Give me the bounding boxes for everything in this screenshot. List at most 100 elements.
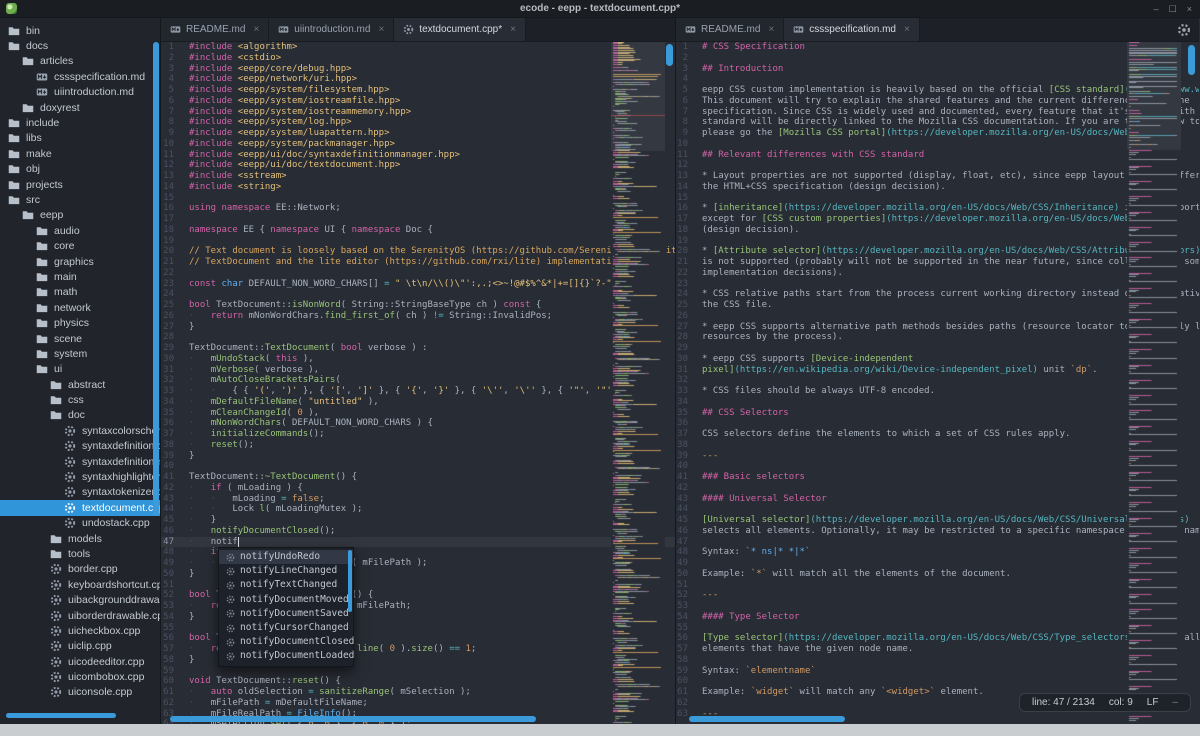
tree-item[interactable]: audio (0, 223, 160, 238)
code-line[interactable]: 16* [inheritance](https://developer.mozi… (676, 203, 1199, 214)
titlebar[interactable]: ecode - eepp - textdocument.cpp* –☐× (0, 0, 1200, 18)
tree-item[interactable]: src (0, 192, 160, 207)
code-line[interactable]: 47· notif (161, 537, 675, 548)
code-line[interactable]: 19 (676, 236, 1199, 247)
code-line[interactable]: 8standard will be directly linked to the… (676, 117, 1199, 128)
tree-item[interactable]: scene (0, 331, 160, 346)
code-line[interactable]: 24 (161, 289, 675, 300)
tree-item[interactable]: obj (0, 162, 160, 177)
code-line[interactable]: 44· · Lock l( mLoadingMutex ); (161, 504, 675, 515)
code-line[interactable]: 59Syntax: `elementname` (676, 666, 1199, 677)
code-line[interactable]: 14#include <string> (161, 182, 675, 193)
tab-close-icon[interactable]: × (378, 24, 384, 35)
code-line[interactable]: 28 (161, 332, 675, 343)
code-line[interactable]: 47 (676, 537, 1199, 548)
tree-item[interactable]: projects (0, 177, 160, 192)
code-line[interactable]: 20* [Attribute selector](https://develop… (676, 246, 1199, 257)
code-line[interactable]: 2 (676, 53, 1199, 64)
tab-readme-md[interactable]: README.md× (161, 18, 269, 41)
right-editor[interactable]: 1# CSS Specification23## Introduction45e… (676, 42, 1199, 724)
sidebar-horizontal-scrollbar[interactable] (6, 713, 116, 718)
tab-textdocument-cpp-[interactable]: textdocument.cpp*× (394, 18, 526, 41)
code-line[interactable]: 14the HTML+CSS specification (design dec… (676, 182, 1199, 193)
code-line[interactable]: 36 (676, 418, 1199, 429)
code-line[interactable]: 28resources by the process). (676, 332, 1199, 343)
sidebar-vertical-scrollbar[interactable] (153, 42, 159, 516)
code-line[interactable]: 25the CSS file. (676, 300, 1199, 311)
code-line[interactable]: 39} (161, 451, 675, 462)
tree-item[interactable]: border.cpp (0, 562, 160, 577)
code-line[interactable]: 10#include <eepp/system/packmanager.hpp> (161, 139, 675, 150)
code-line[interactable]: 13* Layout properties are not supported … (676, 171, 1199, 182)
tree-item[interactable]: syntaxdefinition.cpp (0, 439, 160, 454)
code-line[interactable]: 13#include <sstream> (161, 171, 675, 182)
code-line[interactable]: 60void TextDocument::reset() { (161, 676, 675, 687)
tree-item[interactable]: system (0, 346, 160, 361)
tree-item[interactable]: include (0, 115, 160, 130)
tree-item[interactable]: abstract (0, 377, 160, 392)
autocomplete-scrollbar[interactable] (348, 550, 352, 612)
tree-item[interactable]: undostack.cpp (0, 516, 160, 531)
tree-item[interactable]: physics (0, 315, 160, 330)
code-line[interactable]: 55 (676, 623, 1199, 634)
autocomplete-item[interactable]: notifyCursorChanged (219, 621, 353, 635)
code-line[interactable]: 36· mNonWordChars( DEFAULT_NON_WORD_CHAR… (161, 418, 675, 429)
code-line[interactable]: 19 (161, 236, 675, 247)
tree-item[interactable]: uicheckbox.cpp (0, 623, 160, 638)
code-line[interactable]: 57elements that have the given node name… (676, 644, 1199, 655)
code-line[interactable]: 43· · mLoading = false; (161, 494, 675, 505)
code-line[interactable]: 40 (161, 461, 675, 472)
tree-item[interactable]: syntaxtokenizer.cpp (0, 485, 160, 500)
tree-item[interactable]: tools (0, 546, 160, 561)
code-line[interactable]: 32· mAutoCloseBracketsPairs( (161, 375, 675, 386)
code-line[interactable]: 4 (676, 74, 1199, 85)
code-line[interactable]: 35· mCleanChangeId( 0 ), (161, 408, 675, 419)
code-line[interactable]: 22 (161, 268, 675, 279)
code-line[interactable]: 46· notifyDocumentClosed(); (161, 526, 675, 537)
tree-item[interactable]: syntaxhighlighter.cpp (0, 469, 160, 484)
code-line[interactable]: 59 (161, 666, 675, 677)
left-vertical-scrollbar[interactable] (666, 44, 673, 66)
code-line[interactable]: 22implementation decisions). (676, 268, 1199, 279)
code-line[interactable]: 15 (161, 193, 675, 204)
right-minimap[interactable] (1127, 42, 1181, 724)
code-line[interactable]: 48Syntax: `* ns|* *|*` (676, 547, 1199, 558)
tree-item[interactable]: main (0, 269, 160, 284)
tree-item[interactable]: ui (0, 362, 160, 377)
autocomplete-item[interactable]: notifyTextChanged (219, 578, 353, 592)
tab-close-icon[interactable]: × (253, 24, 259, 35)
code-line[interactable]: 2#include <cstdio> (161, 53, 675, 64)
code-line[interactable]: 34 (676, 397, 1199, 408)
code-line[interactable]: 42 (676, 483, 1199, 494)
left-horizontal-scrollbar[interactable] (170, 716, 536, 722)
code-line[interactable]: 35## CSS Selectors (676, 408, 1199, 419)
code-line[interactable]: 5eepp CSS custom implementation is heavi… (676, 85, 1199, 96)
code-line[interactable]: 23const char DEFAULT_NON_WORD_CHARS[] = … (161, 279, 675, 290)
code-line[interactable]: 6This document will try to explain the s… (676, 96, 1199, 107)
tree-item[interactable]: textdocument.cpp (0, 500, 160, 515)
code-line[interactable]: 20// Text document is loosely based on t… (161, 246, 675, 257)
code-line[interactable]: 33* CSS files should be always UTF-8 enc… (676, 386, 1199, 397)
code-line[interactable]: 33· · { { '(', ')' }, { '[', ']' }, { '{… (161, 386, 675, 397)
tab-close-icon[interactable]: × (904, 24, 910, 35)
tree-item[interactable]: uiclip.cpp (0, 639, 160, 654)
code-line[interactable]: 15 (676, 193, 1199, 204)
code-line[interactable]: 30· mUndoStack( this ), (161, 354, 675, 365)
tree-item[interactable]: make (0, 146, 160, 161)
autocomplete-item[interactable]: notifyUndoRedo (219, 550, 353, 564)
settings-gear-icon[interactable] (1177, 23, 1191, 37)
code-line[interactable]: 39--- (676, 451, 1199, 462)
code-line[interactable]: 38· reset(); (161, 440, 675, 451)
code-line[interactable]: 5#include <eepp/system/filesystem.hpp> (161, 85, 675, 96)
code-line[interactable]: 61· auto oldSelection = sanitizeRange( m… (161, 687, 675, 698)
code-line[interactable]: 27} (161, 322, 675, 333)
tree-item[interactable]: uiconsole.cpp (0, 685, 160, 700)
code-line[interactable]: 37CSS selectors define the elements to w… (676, 429, 1199, 440)
maximize-button[interactable]: ☐ (1169, 0, 1177, 18)
tree-item[interactable]: core (0, 238, 160, 253)
code-line[interactable]: 45· } (161, 515, 675, 526)
autocomplete-item[interactable]: notifyDocumentClosed (219, 635, 353, 649)
code-line[interactable]: 52--- (676, 590, 1199, 601)
code-line[interactable]: 11#include <eepp/ui/doc/syntaxdefinition… (161, 150, 675, 161)
code-line[interactable]: 16using namespace EE::Network; (161, 203, 675, 214)
